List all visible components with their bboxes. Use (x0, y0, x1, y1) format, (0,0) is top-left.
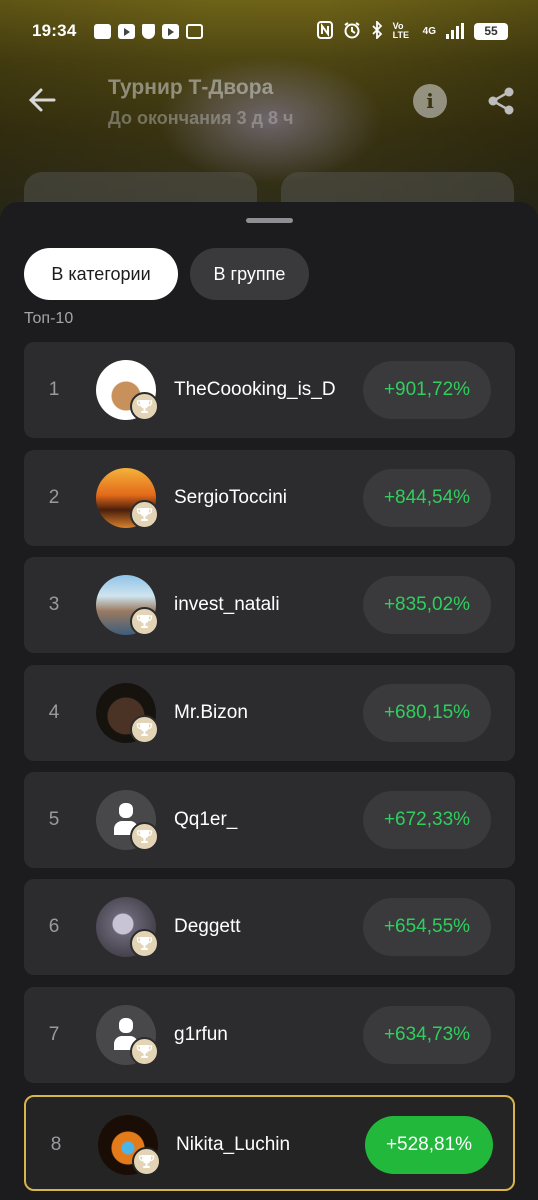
trophy-icon (130, 715, 159, 744)
leaderboard-sheet: В категории В группе Топ-10 1 TheCoooking… (0, 202, 538, 1200)
page-title: Турнир Т-Двора (108, 76, 274, 99)
username: SergioToccini (174, 487, 287, 508)
trophy-icon (130, 929, 159, 958)
username: g1rfun (174, 1024, 228, 1045)
volte-label: Vo LTE (392, 21, 409, 40)
rank-number: 4 (48, 702, 60, 723)
return-percentage: +835,02% (363, 576, 491, 634)
trophy-icon (130, 822, 159, 851)
trophy-icon (130, 607, 159, 636)
trophy-icon (130, 1037, 159, 1066)
leaderboard-row[interactable]: 4 Mr.Bizon +680,15% (24, 665, 515, 761)
username: invest_natali (174, 594, 280, 615)
youtube-icon (118, 23, 136, 39)
battery-icon: 55 (474, 22, 508, 40)
rank-number: 8 (50, 1134, 62, 1155)
return-percentage: +672,33% (363, 791, 491, 849)
shield-icon (142, 23, 156, 39)
signal-icon (446, 23, 464, 39)
leaderboard-row[interactable]: 7 g1rfun +634,73% (24, 987, 515, 1083)
rank-number: 3 (48, 594, 60, 615)
tab-in-category[interactable]: В категории (24, 248, 178, 300)
trophy-icon (130, 392, 159, 421)
rank-number: 2 (48, 487, 60, 508)
leaderboard-row[interactable]: 5 Qq1er_ +672,33% (24, 772, 515, 868)
return-percentage: +680,15% (363, 684, 491, 742)
return-percentage: +528,81% (365, 1116, 493, 1174)
sheet-drag-handle[interactable] (246, 218, 293, 223)
trophy-icon (132, 1147, 161, 1176)
system-icons: Vo LTE 4G 55 (316, 19, 508, 42)
username: TheCoooking_is_D (174, 379, 336, 400)
username: Qq1er_ (174, 809, 238, 830)
rank-number: 1 (48, 379, 60, 400)
info-icon[interactable]: i (413, 84, 447, 118)
alarm-icon (343, 21, 361, 42)
status-time: 19:34 (32, 21, 77, 40)
rank-number: 5 (48, 809, 60, 830)
youtube-icon (162, 23, 180, 39)
page-subtitle: До окончания 3 д 8 ч (108, 108, 294, 128)
return-percentage: +634,73% (363, 1006, 491, 1064)
leaderboard-row[interactable]: 3 invest_natali +835,02% (24, 557, 515, 653)
status-bar: 19:34 Vo LTE 4G 55 (0, 0, 538, 62)
calendar-icon (186, 23, 204, 39)
tab-in-group[interactable]: В группе (190, 248, 309, 300)
back-arrow-icon[interactable] (28, 86, 56, 114)
network-type: 4G (422, 25, 436, 37)
app-notification-icon (94, 23, 112, 39)
trophy-icon (130, 500, 159, 529)
rank-number: 7 (48, 1024, 60, 1045)
leaderboard-row[interactable]: 2 SergioToccini +844,54% (24, 450, 515, 546)
username: Mr.Bizon (174, 702, 248, 723)
bluetooth-icon (371, 19, 383, 42)
username: Deggett (174, 916, 241, 937)
leaderboard-row[interactable]: 6 Deggett +654,55% (24, 879, 515, 975)
list-title: Топ-10 (24, 310, 74, 327)
username: Nikita_Luchin (176, 1134, 291, 1155)
return-percentage: +901,72% (363, 361, 491, 419)
share-icon[interactable] (484, 84, 518, 118)
notification-icons (94, 23, 204, 39)
app-header: Турнир Т-Двора До окончания 3 д 8 ч i (0, 62, 538, 142)
nfc-icon (316, 20, 333, 42)
return-percentage: +844,54% (363, 469, 491, 527)
leaderboard-row[interactable]: 1 TheCoooking_is_D +901,72% (24, 342, 515, 438)
leaderboard-row-current-user[interactable]: 8 Nikita_Luchin +528,81% (24, 1095, 515, 1191)
rank-number: 6 (48, 916, 60, 937)
return-percentage: +654,55% (363, 898, 491, 956)
